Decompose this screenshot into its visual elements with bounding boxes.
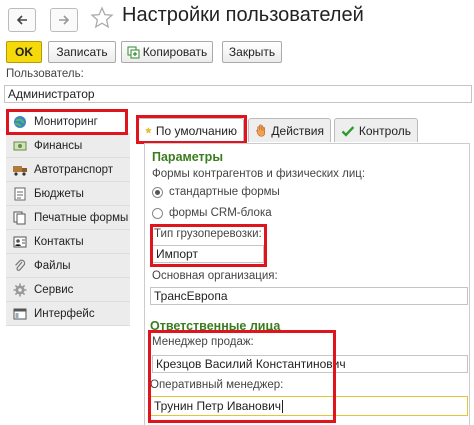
hand-icon <box>256 124 266 137</box>
favorite-star-icon[interactable] <box>90 6 114 33</box>
document-icon <box>12 186 28 202</box>
sidebar-item-label: Финансы <box>34 139 83 152</box>
tab-label: По умолчанию <box>155 123 237 138</box>
tab-actions[interactable]: Действия <box>248 118 331 142</box>
text-cursor <box>282 399 284 413</box>
sidebar-item-contacts[interactable]: Контакты <box>6 230 130 254</box>
sidebar-item-label: Бюджеты <box>34 187 84 200</box>
sidebar-item-service[interactable]: Сервис <box>6 278 130 302</box>
user-field[interactable]: Администратор <box>4 85 472 103</box>
page-title: Настройки пользователей <box>122 4 364 26</box>
operative-manager-field[interactable]: Трунин Петр Иванович <box>150 396 468 416</box>
sidebar-item-print-forms[interactable]: Печатные формы <box>6 206 130 230</box>
user-label: Пользователь: <box>6 68 84 80</box>
sidebar-item-label: Сервис <box>34 283 74 296</box>
settings-sidebar: Мониторинг Финансы Автотранспорт Бюджеты… <box>6 110 130 326</box>
gear-icon <box>12 282 28 298</box>
sidebar-item-label: Интерфейс <box>34 307 95 320</box>
contacts-icon <box>12 234 28 250</box>
sidebar-item-monitoring[interactable]: Мониторинг <box>6 110 130 134</box>
back-button[interactable] <box>8 8 36 32</box>
save-button[interactable]: Записать <box>48 41 116 63</box>
sidebar-item-label: Автотранспорт <box>34 163 114 176</box>
interface-icon <box>12 306 28 322</box>
operative-manager-label: Оперативный менеджер: <box>150 379 284 391</box>
sidebar-item-transport[interactable]: Автотранспорт <box>6 158 130 182</box>
sidebar-item-files[interactable]: Файлы <box>6 254 130 278</box>
radio-crm-label: формы CRM-блока <box>169 207 272 219</box>
tab-control[interactable]: Контроль <box>334 118 418 142</box>
ok-button[interactable]: OK <box>6 41 42 63</box>
organization-field[interactable]: ТрансЕвропа <box>150 287 468 305</box>
radio-crm-forms[interactable]: формы CRM-блока <box>152 207 272 219</box>
close-button[interactable]: Закрыть <box>222 41 282 63</box>
sidebar-item-finance[interactable]: Финансы <box>6 134 130 158</box>
sidebar-item-budgets[interactable]: Бюджеты <box>6 182 130 206</box>
cargo-type-field[interactable]: Импорт <box>152 245 264 263</box>
arrow-right-icon <box>59 15 70 25</box>
responsible-section-title: Ответственные лица <box>150 319 281 333</box>
truck-icon <box>12 162 28 178</box>
cargo-type-label: Тип грузоперевозки: <box>154 228 262 240</box>
copy-button[interactable]: Копировать <box>121 41 213 63</box>
sidebar-item-label: Файлы <box>34 259 71 272</box>
print-forms-icon <box>12 210 28 226</box>
forms-label: Формы контрагентов и физических лиц: <box>152 168 366 180</box>
forward-button[interactable] <box>50 8 78 32</box>
copy-icon <box>127 46 140 58</box>
sidebar-item-interface[interactable]: Интерфейс <box>6 302 130 326</box>
radio-checked-icon <box>152 186 163 198</box>
sidebar-item-label: Печатные формы <box>34 211 129 224</box>
sidebar-item-label: Мониторинг <box>34 115 98 128</box>
tab-label: Контроль <box>358 123 411 138</box>
radio-standard-label: стандартные формы <box>169 186 280 198</box>
radio-unchecked-icon <box>152 207 163 219</box>
checkmark-icon <box>341 125 355 137</box>
paperclip-icon <box>12 258 28 274</box>
params-section-title: Параметры <box>152 150 223 164</box>
org-label: Основная организация: <box>152 270 278 282</box>
globe-icon <box>12 114 28 130</box>
sales-manager-label: Менеджер продаж: <box>152 336 254 348</box>
sales-manager-field[interactable]: Крезцов Василий Константинович <box>152 355 468 373</box>
money-icon <box>12 138 28 154</box>
radio-standard-forms[interactable]: стандартные формы <box>152 186 280 198</box>
copy-button-label: Копировать <box>142 45 208 59</box>
operative-manager-value: Трунин Петр Иванович <box>154 399 282 413</box>
sidebar-item-label: Контакты <box>34 235 84 248</box>
tab-label: Действия <box>271 123 324 138</box>
tab-default[interactable]: По умолчанию <box>138 118 244 142</box>
arrow-left-icon <box>16 15 27 25</box>
star-icon <box>145 127 152 134</box>
